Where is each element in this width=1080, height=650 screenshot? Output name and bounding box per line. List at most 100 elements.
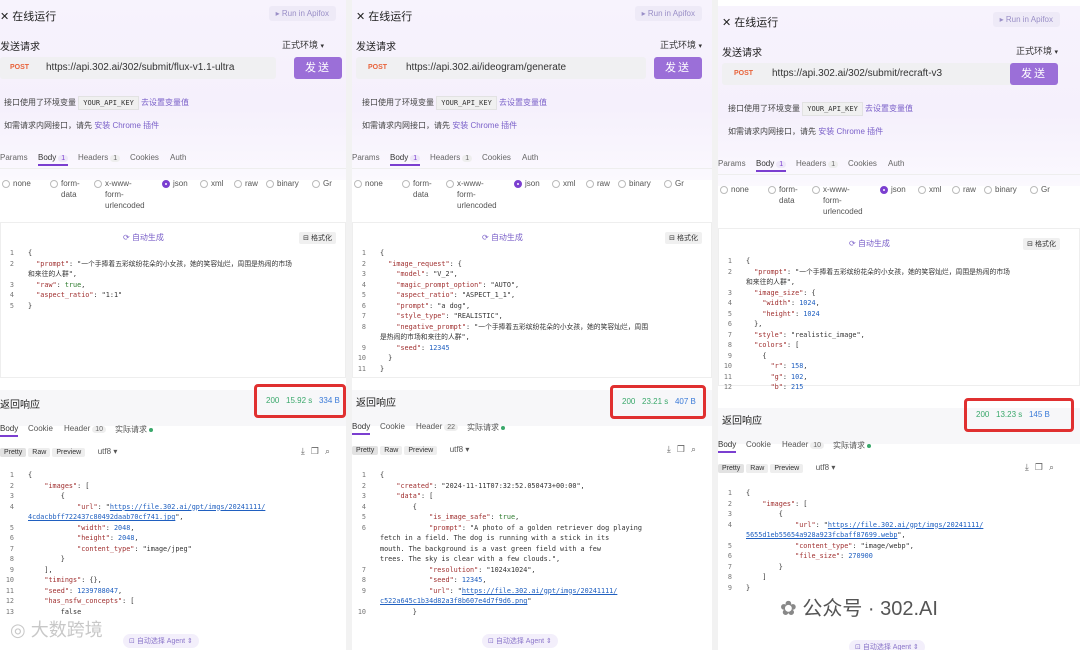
tab-cookies[interactable]: Cookies [130, 153, 159, 162]
body-type-radio[interactable]: xml [552, 178, 575, 189]
body-type-radio[interactable]: x-www- form- urlencoded [812, 184, 863, 217]
http-method-select[interactable]: POST [10, 64, 29, 71]
agent-select-button[interactable]: ⊡ 自动选择 Agent ⇕ [849, 640, 925, 650]
body-type-radio[interactable]: Gr [1030, 184, 1050, 195]
set-variable-link[interactable]: 去设置变量值 [865, 104, 913, 113]
view-mode-raw[interactable]: Raw [28, 448, 51, 457]
view-mode-raw[interactable]: Raw [746, 464, 769, 473]
body-type-radio[interactable]: binary [266, 178, 299, 189]
response-tab[interactable]: 实际请求 [115, 424, 153, 435]
body-type-radio[interactable]: none [2, 178, 31, 189]
send-button[interactable]: 发送 [654, 57, 702, 79]
view-mode-pretty[interactable]: Pretty [352, 446, 379, 455]
view-mode-preview[interactable]: Preview [770, 464, 804, 473]
response-tab[interactable]: Header 10 [64, 424, 107, 433]
download-icon[interactable]: ⤓ [1025, 462, 1035, 472]
response-tab[interactable]: Cookie [28, 424, 53, 433]
install-chrome-plugin-link[interactable]: 安装 Chrome 插件 [818, 127, 883, 136]
download-icon[interactable]: ⤓ [301, 446, 311, 456]
install-chrome-plugin-link[interactable]: 安装 Chrome 插件 [94, 121, 159, 130]
http-method-select[interactable]: POST [368, 64, 387, 71]
body-type-radio[interactable]: xml [200, 178, 223, 189]
tab-params[interactable]: Params [0, 153, 28, 162]
copy-icon[interactable]: ❐ [1035, 462, 1049, 472]
encoding-select[interactable]: utf8 ▾ [816, 463, 836, 472]
body-type-radio[interactable]: raw [234, 178, 258, 189]
url-input[interactable]: https://api.302.ai/302/submit/recraft-v3 [772, 68, 942, 79]
body-type-radio[interactable]: raw [586, 178, 610, 189]
search-icon[interactable]: ⌕ [325, 446, 336, 456]
view-mode-preview[interactable]: Preview [404, 446, 438, 455]
response-tab[interactable]: 实际请求 [833, 440, 871, 451]
search-icon[interactable]: ⌕ [1049, 462, 1060, 472]
set-variable-link[interactable]: 去设置变量值 [499, 98, 547, 107]
auto-generate-button[interactable]: ⟳ 自动生成 [482, 232, 523, 243]
set-variable-link[interactable]: 去设置变量值 [141, 98, 189, 107]
install-chrome-plugin-link[interactable]: 安装 Chrome 插件 [452, 121, 517, 130]
body-type-radio[interactable]: x-www- form- urlencoded [446, 178, 497, 211]
body-type-radio[interactable]: form- data [402, 178, 432, 200]
agent-select-button[interactable]: ⊡ 自动选择 Agent ⇕ [123, 634, 199, 648]
body-type-radio[interactable]: form- data [768, 184, 798, 206]
tab-body[interactable]: Body 1 [756, 159, 787, 172]
view-mode-pretty[interactable]: Pretty [718, 464, 745, 473]
format-button[interactable]: ⊟ 格式化 [665, 232, 702, 244]
close-icon[interactable]: ✕ [356, 11, 365, 23]
run-in-apifox-button[interactable]: ▸ Run in Apifox [634, 6, 702, 21]
send-button[interactable]: 发送 [1010, 63, 1058, 85]
tab-params[interactable]: Params [718, 159, 746, 168]
format-button[interactable]: ⊟ 格式化 [299, 232, 336, 244]
body-type-radio[interactable]: none [720, 184, 749, 195]
body-type-radio[interactable]: json [880, 184, 906, 195]
view-mode-pretty[interactable]: Pretty [0, 448, 27, 457]
copy-icon[interactable]: ❐ [677, 444, 691, 454]
body-type-radio[interactable]: form- data [50, 178, 80, 200]
response-tab[interactable]: Body [352, 422, 371, 435]
body-type-radio[interactable]: binary [984, 184, 1017, 195]
tab-body[interactable]: Body 1 [390, 153, 421, 166]
copy-icon[interactable]: ❐ [311, 446, 325, 456]
url-input[interactable]: https://api.302.ai/ideogram/generate [406, 62, 566, 73]
close-icon[interactable]: ✕ [0, 11, 9, 23]
body-type-radio[interactable]: Gr [664, 178, 684, 189]
response-tab[interactable]: Header 10 [782, 440, 825, 449]
body-type-radio[interactable]: json [162, 178, 188, 189]
close-icon[interactable]: ✕ [722, 17, 731, 29]
body-type-radio[interactable]: Gr [312, 178, 332, 189]
tab-headers[interactable]: Headers 1 [78, 153, 121, 162]
auto-generate-button[interactable]: ⟳ 自动生成 [849, 238, 890, 249]
body-type-radio[interactable]: json [514, 178, 540, 189]
response-tab[interactable]: Header 22 [416, 422, 459, 431]
body-type-radio[interactable]: binary [618, 178, 651, 189]
tab-headers[interactable]: Headers 1 [796, 159, 839, 168]
environment-select[interactable]: 正式环境 ▾ [282, 38, 324, 51]
tab-cookies[interactable]: Cookies [848, 159, 877, 168]
encoding-select[interactable]: utf8 ▾ [98, 447, 118, 456]
body-type-radio[interactable]: raw [952, 184, 976, 195]
agent-select-button[interactable]: ⊡ 自动选择 Agent ⇕ [482, 634, 558, 648]
tab-body[interactable]: Body 1 [38, 153, 69, 166]
download-icon[interactable]: ⤓ [667, 444, 677, 454]
http-method-select[interactable]: POST [734, 70, 753, 77]
format-button[interactable]: ⊟ 格式化 [1023, 238, 1060, 250]
view-mode-raw[interactable]: Raw [380, 446, 403, 455]
tab-headers[interactable]: Headers 1 [430, 153, 473, 162]
body-type-radio[interactable]: x-www- form- urlencoded [94, 178, 145, 211]
body-type-radio[interactable]: none [354, 178, 383, 189]
search-icon[interactable]: ⌕ [691, 444, 702, 454]
run-in-apifox-button[interactable]: ▸ Run in Apifox [268, 6, 336, 21]
environment-select[interactable]: 正式环境 ▾ [1016, 44, 1058, 57]
tab-auth[interactable]: Auth [522, 153, 538, 162]
tab-auth[interactable]: Auth [888, 159, 904, 168]
response-tab[interactable]: Body [0, 424, 19, 437]
tab-params[interactable]: Params [352, 153, 380, 162]
response-tab[interactable]: Body [718, 440, 737, 453]
url-input[interactable]: https://api.302.ai/302/submit/flux-v1.1-… [46, 62, 234, 73]
response-tab[interactable]: Cookie [746, 440, 771, 449]
body-type-radio[interactable]: xml [918, 184, 941, 195]
response-tab[interactable]: Cookie [380, 422, 405, 431]
view-mode-preview[interactable]: Preview [52, 448, 86, 457]
auto-generate-button[interactable]: ⟳ 自动生成 [123, 232, 164, 243]
response-tab[interactable]: 实际请求 [467, 422, 505, 433]
environment-select[interactable]: 正式环境 ▾ [660, 38, 702, 51]
